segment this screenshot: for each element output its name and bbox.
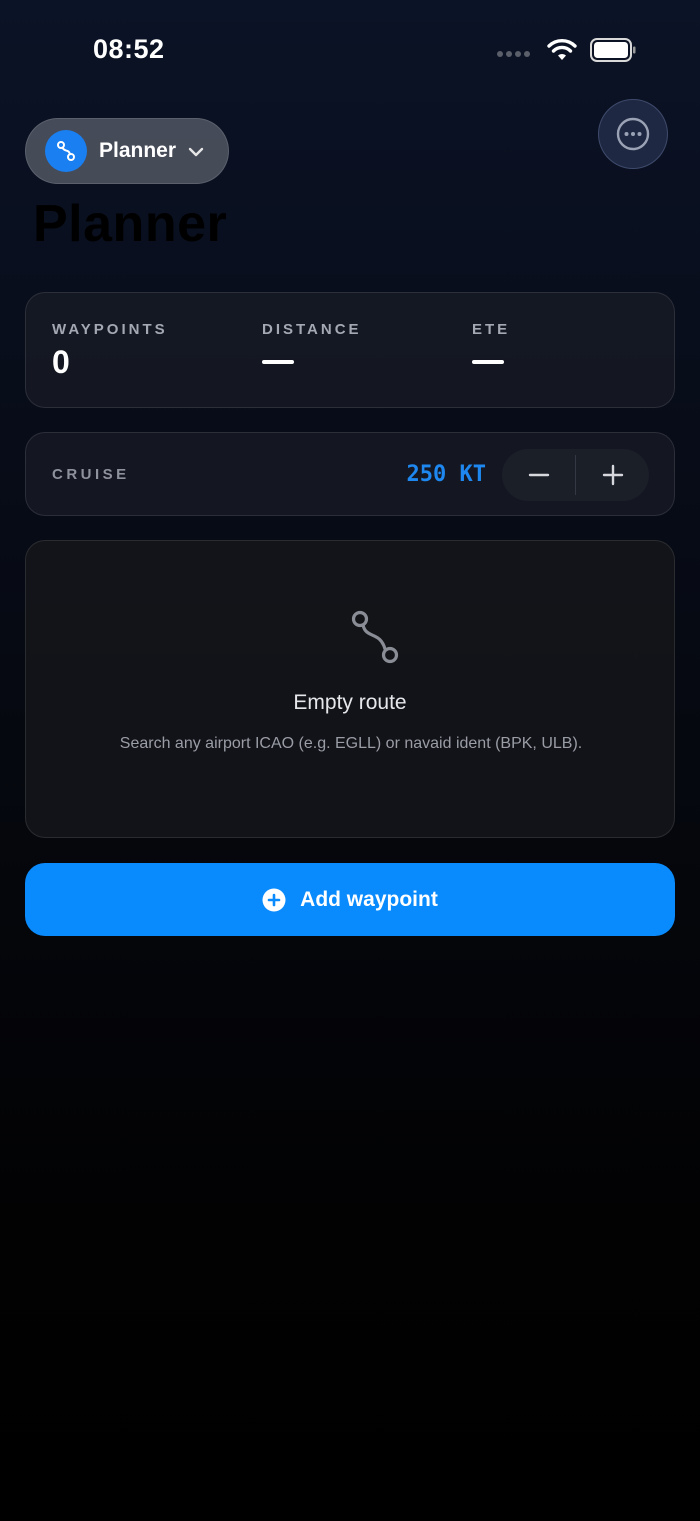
ete-label: ETE xyxy=(472,321,511,338)
minus-icon xyxy=(528,473,549,477)
cruise-speed-card: CRUISE 250 KT xyxy=(25,432,675,516)
route-icon xyxy=(45,130,87,172)
add-waypoint-button[interactable]: Add waypoint xyxy=(25,863,675,936)
cruise-label: CRUISE xyxy=(52,466,130,483)
distance-stat: DISTANCE xyxy=(262,321,362,364)
ete-empty-dash xyxy=(472,360,504,364)
waypoints-label: WAYPOINTS xyxy=(52,321,168,338)
status-icons xyxy=(497,38,636,62)
plus-circle-icon xyxy=(262,888,286,911)
cruise-speed-value: 250 KT xyxy=(406,462,486,487)
plus-icon xyxy=(602,464,623,486)
cruise-speed-stepper xyxy=(502,449,649,501)
empty-route-description: Search any airport ICAO (e.g. EGLL) or n… xyxy=(119,735,583,752)
wifi-icon xyxy=(547,39,577,60)
more-options-button[interactable] xyxy=(598,99,668,169)
route-stats-card: WAYPOINTS 0 DISTANCE ETE xyxy=(25,292,675,408)
distance-empty-dash xyxy=(262,360,294,364)
increment-speed-button[interactable] xyxy=(576,449,649,501)
empty-route-title: Empty route xyxy=(293,691,407,714)
cellular-signal-icon xyxy=(497,51,530,57)
ellipsis-circle-icon xyxy=(616,117,650,151)
status-time: 08:52 xyxy=(93,34,165,64)
add-waypoint-label: Add waypoint xyxy=(300,887,438,911)
planner-menu-button[interactable]: Planner xyxy=(25,118,229,184)
decrement-speed-button[interactable] xyxy=(502,449,575,501)
empty-route-card: Empty route Search any airport ICAO (e.g… xyxy=(25,540,675,838)
ete-stat: ETE xyxy=(472,321,510,364)
battery-icon xyxy=(590,38,636,62)
waypoints-stat: WAYPOINTS 0 xyxy=(52,321,168,381)
chevron-down-icon xyxy=(188,147,204,157)
waypoints-value: 0 xyxy=(52,344,70,380)
distance-label: DISTANCE xyxy=(262,321,362,338)
planner-menu-label: Planner xyxy=(99,139,177,162)
page-title: Planner xyxy=(33,195,228,253)
route-icon xyxy=(351,610,399,664)
